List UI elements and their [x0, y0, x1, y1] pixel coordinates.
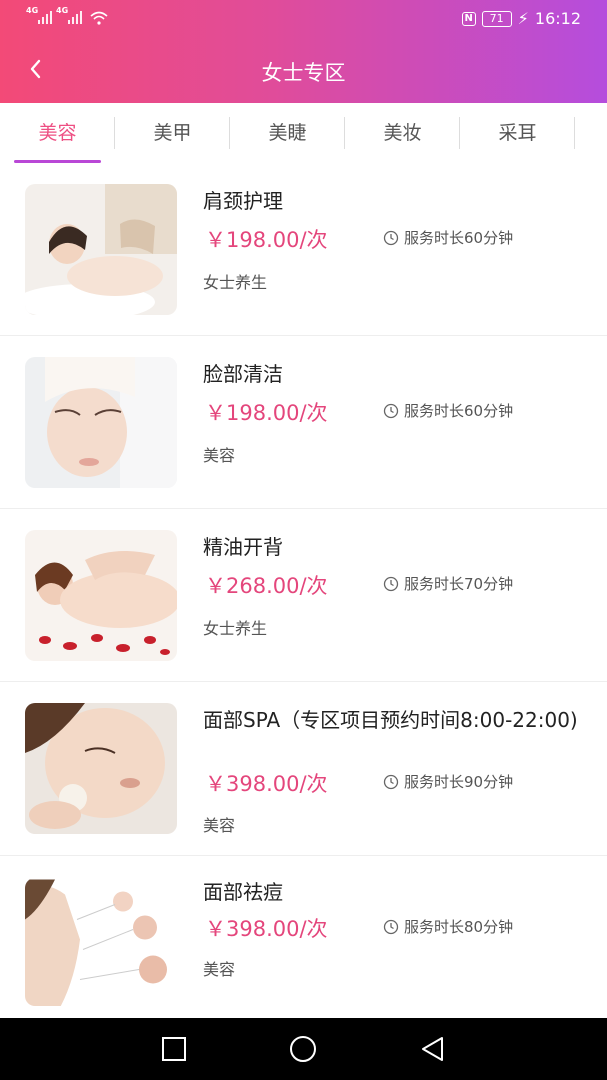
service-price: ￥198.00/次	[205, 228, 328, 252]
service-photo	[25, 357, 177, 488]
service-item-acne-treatment[interactable]: 面部祛痘 ￥398.00/次 服务时长80分钟 美容	[0, 856, 607, 1018]
service-item-shoulder-neck[interactable]: 肩颈护理 ￥198.00/次 服务时长60分钟 女士养生	[0, 163, 607, 336]
status-bar: 4G 4G N 71 ⚡ 16:12	[0, 0, 607, 40]
tab-label: 美妆	[383, 122, 422, 144]
duration-text: 服务时长60分钟	[404, 402, 514, 420]
square-icon	[162, 1037, 186, 1061]
battery-icon: 71	[481, 10, 512, 27]
clock-icon	[383, 774, 399, 789]
service-category: 美容	[203, 446, 236, 465]
service-item-face-cleansing[interactable]: 脸部清洁 ￥198.00/次 服务时长60分钟 美容	[0, 336, 607, 509]
nfc-icon: N	[461, 11, 476, 26]
clock-icon	[383, 576, 399, 591]
tab-beauty[interactable]: 美容	[0, 103, 115, 163]
tab-label: 采耳	[498, 122, 537, 144]
nav-bar: 女士专区	[0, 40, 607, 103]
clock-time: 16:12	[534, 9, 581, 28]
service-item-facial-spa[interactable]: 面部SPA（专区项目预约时间8:00-22:00) ￥398.00/次 服务时长…	[0, 682, 607, 856]
tab-nails[interactable]: 美甲	[115, 103, 230, 163]
clock-icon	[383, 403, 399, 418]
tab-label: 美容	[38, 122, 77, 144]
signal-icon: 4G	[26, 6, 52, 24]
service-name: 面部SPA（专区项目预约时间8:00-22:00)	[203, 708, 578, 732]
network-type-2: 4G	[56, 6, 69, 15]
service-duration: 服务时长90分钟	[383, 771, 513, 792]
service-duration: 服务时长80分钟	[383, 916, 513, 937]
duration-text: 服务时长60分钟	[404, 229, 514, 247]
tab-label: 美甲	[153, 122, 192, 144]
service-photo	[25, 878, 177, 1006]
service-list: 肩颈护理 ￥198.00/次 服务时长60分钟 女士养生 脸部清洁 ￥198.0…	[0, 163, 607, 1018]
service-price: ￥398.00/次	[205, 917, 328, 941]
clock-icon	[383, 230, 399, 245]
service-name: 精油开背	[203, 535, 283, 559]
duration-text: 服务时长80分钟	[404, 918, 514, 936]
tab-divider	[574, 117, 575, 149]
service-category: 女士养生	[203, 619, 268, 638]
triangle-back-icon	[422, 1037, 443, 1061]
recent-apps-button[interactable]	[159, 1034, 189, 1064]
back-nav-button[interactable]	[418, 1034, 448, 1064]
service-name: 脸部清洁	[203, 362, 283, 386]
home-button[interactable]	[288, 1034, 318, 1064]
tab-makeup[interactable]: 美妆	[345, 103, 460, 163]
tab-lashes[interactable]: 美睫	[230, 103, 345, 163]
service-duration: 服务时长60分钟	[383, 400, 513, 421]
duration-text: 服务时长90分钟	[404, 773, 514, 791]
service-name: 面部祛痘	[203, 880, 283, 904]
tab-ear-cleaning[interactable]: 采耳	[460, 103, 575, 163]
service-photo	[25, 184, 177, 315]
duration-text: 服务时长70分钟	[404, 575, 514, 593]
service-price: ￥198.00/次	[205, 401, 328, 425]
category-tabs: 美容 美甲 美睫 美妆 采耳	[0, 103, 607, 163]
service-duration: 服务时长70分钟	[383, 573, 513, 594]
service-price: ￥268.00/次	[205, 574, 328, 598]
network-type: 4G	[26, 6, 39, 15]
service-category: 美容	[203, 960, 236, 979]
service-item-essential-oil-back[interactable]: 精油开背 ￥268.00/次 服务时长70分钟 女士养生	[0, 509, 607, 682]
service-category: 女士养生	[203, 273, 268, 292]
service-category: 美容	[203, 816, 236, 835]
tab-label: 美睫	[268, 122, 307, 144]
service-price: ￥398.00/次	[205, 772, 328, 796]
app-header: 4G 4G N 71 ⚡ 16:12 女士专区	[0, 0, 607, 103]
system-navigation-bar	[0, 1018, 607, 1080]
clock-icon	[383, 919, 399, 934]
circle-icon	[290, 1036, 316, 1062]
page-title: 女士专区	[261, 61, 346, 85]
charging-icon: ⚡	[517, 9, 529, 28]
service-duration: 服务时长60分钟	[383, 227, 513, 248]
service-name: 肩颈护理	[203, 189, 283, 213]
signal-icon-2: 4G	[56, 6, 82, 24]
service-photo	[25, 530, 177, 661]
wifi-icon	[90, 10, 108, 25]
service-photo	[25, 703, 177, 834]
